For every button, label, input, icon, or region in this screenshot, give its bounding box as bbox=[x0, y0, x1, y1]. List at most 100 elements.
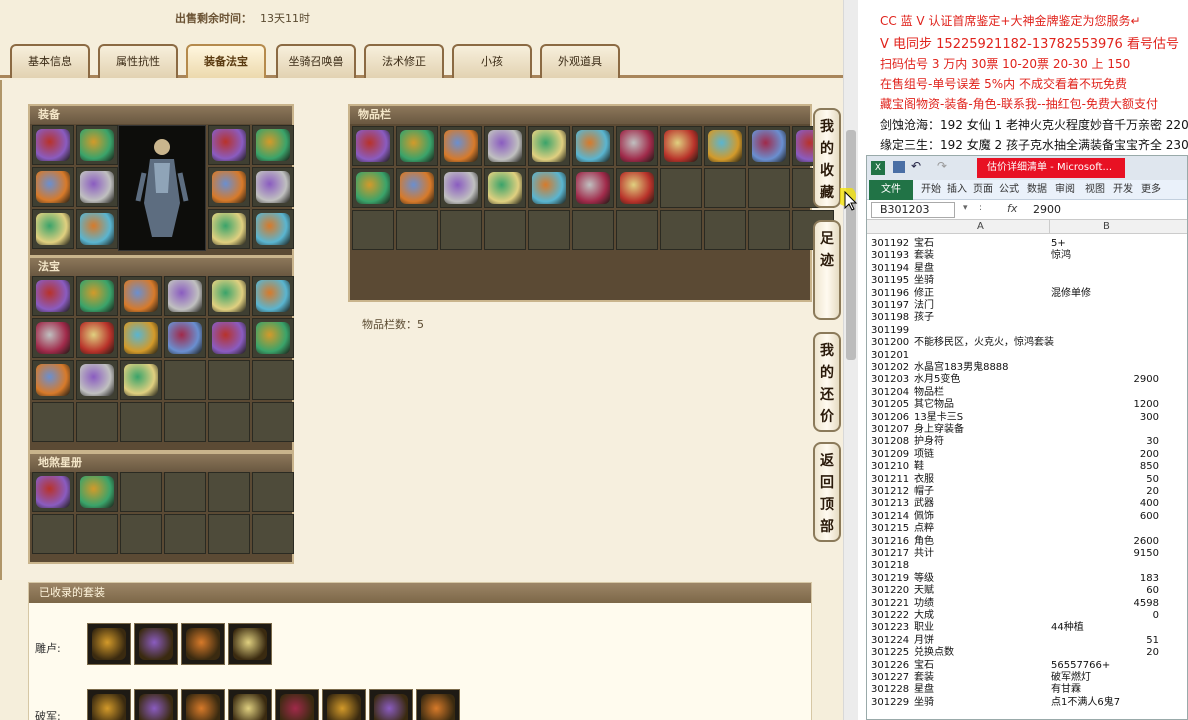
fabao-slot[interactable] bbox=[164, 318, 206, 358]
equipment-slot[interactable] bbox=[76, 167, 118, 207]
fabao-slot[interactable] bbox=[120, 318, 162, 358]
cell-b[interactable]: 0 bbox=[1051, 610, 1159, 622]
fabao-slot[interactable] bbox=[208, 276, 250, 316]
cell-a[interactable]: 等级 bbox=[914, 573, 934, 585]
inventory-slot[interactable] bbox=[396, 210, 438, 250]
set-item-slot[interactable] bbox=[416, 689, 460, 720]
inventory-slot[interactable] bbox=[748, 168, 790, 208]
inventory-slot[interactable] bbox=[660, 126, 702, 166]
inventory-slot[interactable] bbox=[396, 126, 438, 166]
sheet-row[interactable]: 301203 水月5变色 2900 bbox=[867, 374, 1187, 386]
sheet-row[interactable]: 301216 角色 2600 bbox=[867, 536, 1187, 548]
sheet-row[interactable]: 301227 套装 破军燃灯 bbox=[867, 672, 1187, 684]
cell-a[interactable]: 宝石 bbox=[914, 660, 934, 672]
fabao-slot[interactable] bbox=[32, 276, 74, 316]
cell-a[interactable]: 物品栏 bbox=[914, 387, 944, 399]
sheet-row[interactable]: 301205 其它物品 1200 bbox=[867, 399, 1187, 411]
inventory-slot[interactable] bbox=[484, 210, 526, 250]
set-item-slot[interactable] bbox=[134, 689, 178, 720]
inventory-slot[interactable] bbox=[528, 126, 570, 166]
column-b-header[interactable]: B bbox=[1103, 221, 1110, 232]
equipment-slot[interactable] bbox=[208, 167, 250, 207]
inventory-slot[interactable] bbox=[352, 210, 394, 250]
side-button-0[interactable]: 我的收藏 bbox=[813, 108, 841, 208]
inventory-slot[interactable] bbox=[528, 210, 570, 250]
fabao-slot[interactable] bbox=[252, 276, 294, 316]
side-button-1[interactable]: 足迹 bbox=[813, 220, 841, 320]
sheet-row[interactable]: 301226 宝石 56557766+ bbox=[867, 660, 1187, 672]
sheet-row[interactable]: 301211 衣服 50 bbox=[867, 474, 1187, 486]
tab-3[interactable]: 坐骑召唤兽 bbox=[276, 44, 356, 78]
set-item-slot[interactable] bbox=[228, 623, 272, 665]
cell-a[interactable]: 不能移民区，火克火，惊鸿套装 bbox=[914, 337, 1054, 349]
equipment-slot[interactable] bbox=[208, 209, 250, 249]
sheet-row[interactable]: 301209 项链 200 bbox=[867, 449, 1187, 461]
cell-b[interactable]: 400 bbox=[1051, 498, 1159, 510]
cell-b[interactable]: 2600 bbox=[1051, 536, 1159, 548]
ribbon-tab-4[interactable]: 公式 bbox=[999, 180, 1019, 200]
cell-a[interactable]: 13星卡三S bbox=[914, 412, 963, 424]
tab-2[interactable]: 装备法宝 bbox=[186, 44, 266, 78]
inventory-slot[interactable] bbox=[572, 210, 614, 250]
inventory-slot[interactable] bbox=[572, 126, 614, 166]
inventory-slot[interactable] bbox=[484, 168, 526, 208]
inventory-slot[interactable] bbox=[440, 168, 482, 208]
sheet-row[interactable]: 301225 兑换点数 20 bbox=[867, 647, 1187, 659]
cell-a[interactable]: 月饼 bbox=[914, 635, 934, 647]
fx-icon[interactable]: fx bbox=[1007, 202, 1017, 215]
set-item-slot[interactable] bbox=[275, 689, 319, 720]
inventory-slot[interactable] bbox=[440, 126, 482, 166]
ribbon-tab-0[interactable]: 文件 bbox=[869, 180, 913, 200]
cell-b[interactable]: 44种植 bbox=[1051, 622, 1159, 634]
disha-slot[interactable] bbox=[120, 472, 162, 512]
cell-a[interactable]: 职业 bbox=[914, 622, 934, 634]
cell-a[interactable]: 星盘 bbox=[914, 263, 934, 275]
undo-icon[interactable]: ↶ bbox=[911, 159, 921, 173]
fabao-slot[interactable] bbox=[164, 402, 206, 442]
fabao-slot[interactable] bbox=[208, 360, 250, 400]
disha-slot[interactable] bbox=[120, 514, 162, 554]
cell-a[interactable]: 帽子 bbox=[914, 486, 934, 498]
inventory-slot[interactable] bbox=[440, 210, 482, 250]
cell-b[interactable]: 2900 bbox=[1051, 374, 1159, 386]
cell-a[interactable]: 身上穿装备 bbox=[914, 424, 964, 436]
cell-a[interactable]: 天赋 bbox=[914, 585, 934, 597]
cell-a[interactable]: 大成 bbox=[914, 610, 934, 622]
sheet-row[interactable]: 301199 bbox=[867, 325, 1187, 337]
fabao-slot[interactable] bbox=[252, 402, 294, 442]
cell-b[interactable]: 200 bbox=[1051, 449, 1159, 461]
equipment-slot[interactable] bbox=[76, 209, 118, 249]
sheet-row[interactable]: 301198 孩子 bbox=[867, 312, 1187, 324]
disha-slot[interactable] bbox=[76, 472, 118, 512]
ribbon-tab-3[interactable]: 页面 bbox=[973, 180, 993, 200]
inventory-slot[interactable] bbox=[396, 168, 438, 208]
cell-a[interactable]: 护身符 bbox=[914, 436, 944, 448]
sheet-row[interactable]: 301214 佩饰 600 bbox=[867, 511, 1187, 523]
cell-b[interactable]: 混修单修 bbox=[1051, 288, 1159, 300]
cell-a[interactable]: 其它物品 bbox=[914, 399, 954, 411]
cell-a[interactable]: 鞋 bbox=[914, 461, 924, 473]
set-item-slot[interactable] bbox=[228, 689, 272, 720]
inventory-slot[interactable] bbox=[704, 168, 746, 208]
inventory-slot[interactable] bbox=[572, 168, 614, 208]
ribbon-tab-5[interactable]: 数据 bbox=[1027, 180, 1047, 200]
sheet-row[interactable]: 301192 宝石 5+ bbox=[867, 238, 1187, 250]
fabao-slot[interactable] bbox=[32, 318, 74, 358]
cell-a[interactable]: 星盘 bbox=[914, 684, 934, 696]
scroll-thumb[interactable] bbox=[846, 130, 856, 360]
sheet-row[interactable]: 301221 功绩 4598 bbox=[867, 598, 1187, 610]
tab-5[interactable]: 小孩 bbox=[452, 44, 532, 78]
disha-slot[interactable] bbox=[252, 514, 294, 554]
sheet-row[interactable]: 301210 鞋 850 bbox=[867, 461, 1187, 473]
sheet-row[interactable]: 301229 坐骑 点1不满人6鬼7 bbox=[867, 697, 1187, 709]
cell-a[interactable]: 共计 bbox=[914, 548, 934, 560]
cell-a[interactable]: 功绩 bbox=[914, 598, 934, 610]
cell-a[interactable]: 套装 bbox=[914, 250, 934, 262]
sheet-row[interactable]: 301217 共计 9150 bbox=[867, 548, 1187, 560]
sheet-row[interactable]: 301201 bbox=[867, 350, 1187, 362]
inventory-slot[interactable] bbox=[352, 126, 394, 166]
cell-a[interactable]: 修正 bbox=[914, 288, 934, 300]
cell-b[interactable]: 有甘霖 bbox=[1051, 684, 1159, 696]
fabao-slot[interactable] bbox=[76, 318, 118, 358]
cell-b[interactable]: 183 bbox=[1051, 573, 1159, 585]
